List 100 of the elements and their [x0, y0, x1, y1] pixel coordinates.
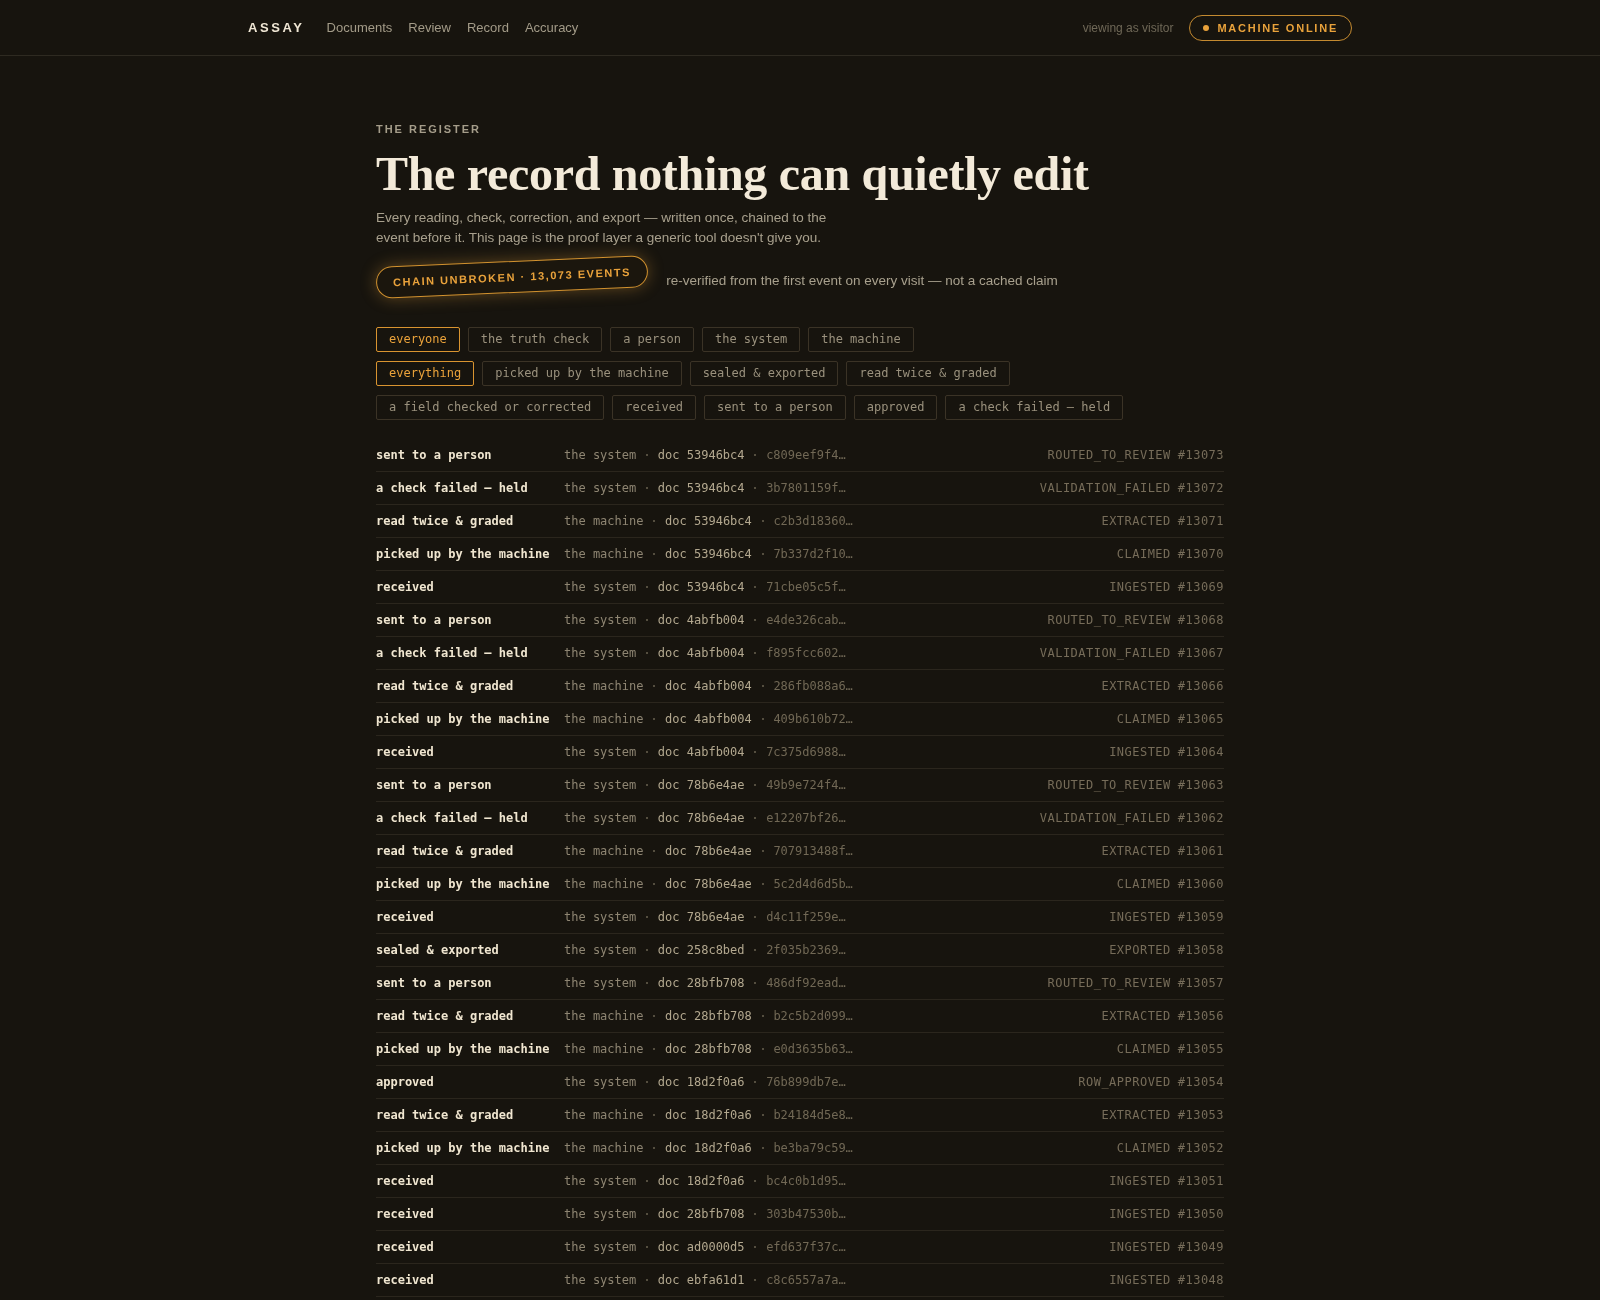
- event-hash: 71cbe05c5f…: [766, 580, 846, 594]
- document-id: doc 53946bc4: [657, 580, 745, 594]
- document-id: doc 53946bc4: [657, 448, 745, 462]
- event-filter-chip[interactable]: a check failed — held: [945, 395, 1124, 420]
- document-id: doc 258c8bed: [657, 943, 745, 957]
- event-label: picked up by the machine: [376, 877, 551, 891]
- actor-filter-chip[interactable]: a person: [610, 327, 694, 352]
- event-type-code: INGESTED: [1109, 1240, 1171, 1254]
- event-type-code: ROUTED_TO_REVIEW: [1047, 448, 1171, 462]
- event-label: a check failed — held: [376, 481, 529, 495]
- brand-name[interactable]: ASSAY: [248, 20, 305, 35]
- document-id: doc ad0000d5: [657, 1240, 745, 1254]
- event-number: #13063: [1177, 778, 1224, 792]
- event-hash: 7b337d2f10…: [773, 547, 853, 561]
- event-hash: c2b3d18360…: [773, 514, 853, 528]
- event-number: #13051: [1177, 1174, 1224, 1188]
- event-hash: d4c11f259e…: [766, 910, 846, 924]
- event-filter-chip[interactable]: approved: [853, 395, 938, 420]
- actor-filter-chip[interactable]: the truth check: [467, 327, 603, 352]
- event-actor: the machine: [564, 1108, 644, 1122]
- event-label: sent to a person: [376, 448, 493, 462]
- event-hash: e0d3635b63…: [773, 1042, 853, 1056]
- event-type-code: EXTRACTED: [1101, 514, 1171, 528]
- event-actor: the machine: [564, 712, 644, 726]
- event-actor: the system: [564, 1075, 637, 1089]
- event-actor: the system: [564, 613, 637, 627]
- event-label: read twice & graded: [376, 679, 515, 693]
- document-id: doc 53946bc4: [665, 514, 752, 528]
- event-actor: the system: [564, 976, 637, 990]
- event-label: received: [376, 1207, 435, 1221]
- event-number: #13065: [1177, 712, 1224, 726]
- event-label: received: [376, 580, 435, 594]
- event-label: received: [376, 1174, 435, 1188]
- document-id: doc 53946bc4: [665, 547, 752, 561]
- event-type-code: ROUTED_TO_REVIEW: [1047, 778, 1171, 792]
- nav-link[interactable]: Record: [467, 20, 509, 35]
- document-id: doc 28bfb708: [665, 1009, 752, 1023]
- intro-paragraph: Every reading, check, correction, and export — written once, chained to the event before it. This page is the proof layer a generic tool doesn't give you.: [376, 209, 828, 247]
- event-label: received: [376, 1240, 435, 1254]
- event-label: picked up by the machine: [376, 1042, 551, 1056]
- event-filter-chip[interactable]: sealed & exported: [689, 361, 839, 386]
- event-actor: the system: [564, 943, 637, 957]
- event-number: #13067: [1177, 646, 1224, 660]
- event-actor: the system: [564, 580, 637, 594]
- event-actor: the machine: [564, 1042, 644, 1056]
- document-id: doc ebfa61d1: [657, 1273, 745, 1287]
- event-actor: the system: [564, 646, 637, 660]
- event-filter-chip[interactable]: read twice & graded: [846, 361, 1010, 386]
- event-actor: the system: [564, 910, 637, 924]
- event-label: picked up by the machine: [376, 1141, 551, 1155]
- event-actor: the machine: [564, 1141, 644, 1155]
- event-actor: the system: [564, 811, 637, 825]
- event-number: #13066: [1177, 679, 1224, 693]
- event-hash: be3ba79c59…: [773, 1141, 853, 1155]
- event-hash: 707913488f…: [773, 844, 853, 858]
- event-number: #13060: [1177, 877, 1224, 891]
- event-hash: c809eef9f4…: [766, 448, 846, 462]
- event-actor: the machine: [564, 877, 644, 891]
- event-filter-chip[interactable]: a field checked or corrected: [376, 395, 605, 420]
- event-label: a check failed — held: [376, 811, 529, 825]
- event-actor: the system: [564, 778, 637, 792]
- actor-filter-chip[interactable]: the machine: [808, 327, 914, 352]
- event-number: #13050: [1177, 1207, 1224, 1221]
- event-hash: 5c2d4d6d5b…: [773, 877, 853, 891]
- event-type-code: EXPORTED: [1109, 943, 1171, 957]
- chain-note: re-verified from the first event on every visit — not a cached claim: [666, 272, 1058, 288]
- event-actor: the system: [564, 1174, 637, 1188]
- actor-filter-chip[interactable]: everyone: [376, 327, 460, 352]
- event-actor: the machine: [564, 547, 644, 561]
- event-number: #13073: [1177, 448, 1224, 462]
- event-filter-chip[interactable]: everything: [376, 361, 475, 386]
- event-type-code: CLAIMED: [1116, 877, 1171, 891]
- event-number: #13061: [1177, 844, 1224, 858]
- event-actor: the system: [564, 745, 637, 759]
- event-hash: 409b610b72…: [773, 712, 853, 726]
- event-actor: the machine: [564, 679, 644, 693]
- actor-filter-chip[interactable]: the system: [701, 327, 801, 352]
- viewer-note: viewing as visitor: [1082, 20, 1174, 35]
- event-type-code: EXTRACTED: [1101, 844, 1171, 858]
- document-id: doc 28bfb708: [657, 976, 745, 990]
- event-number: #13068: [1177, 613, 1224, 627]
- event-type-code: INGESTED: [1109, 1174, 1171, 1188]
- document-id: doc 4abfb004: [657, 745, 745, 759]
- event-type-code: CLAIMED: [1116, 1141, 1171, 1155]
- event-label: picked up by the machine: [376, 712, 551, 726]
- event-filter-chip[interactable]: received: [612, 395, 697, 420]
- page-title: The record nothing can quietly edit: [376, 146, 1090, 202]
- document-id: doc 78b6e4ae: [657, 811, 745, 825]
- event-label: received: [376, 910, 435, 924]
- nav-link[interactable]: Review: [408, 20, 451, 35]
- event-label: picked up by the machine: [376, 547, 551, 561]
- nav-link[interactable]: Accuracy: [524, 20, 579, 35]
- nav-link[interactable]: Documents: [326, 20, 393, 35]
- chain-status-badge: CHAIN UNBROKEN · 13,073 EVENTS: [375, 255, 649, 299]
- event-label: approved: [376, 1075, 435, 1089]
- event-filter-chip[interactable]: sent to a person: [704, 395, 846, 420]
- event-hash: 49b9e724f4…: [766, 778, 846, 792]
- event-filter-chip[interactable]: picked up by the machine: [482, 361, 682, 386]
- document-id: doc 4abfb004: [665, 679, 752, 693]
- event-number: #13054: [1177, 1075, 1224, 1089]
